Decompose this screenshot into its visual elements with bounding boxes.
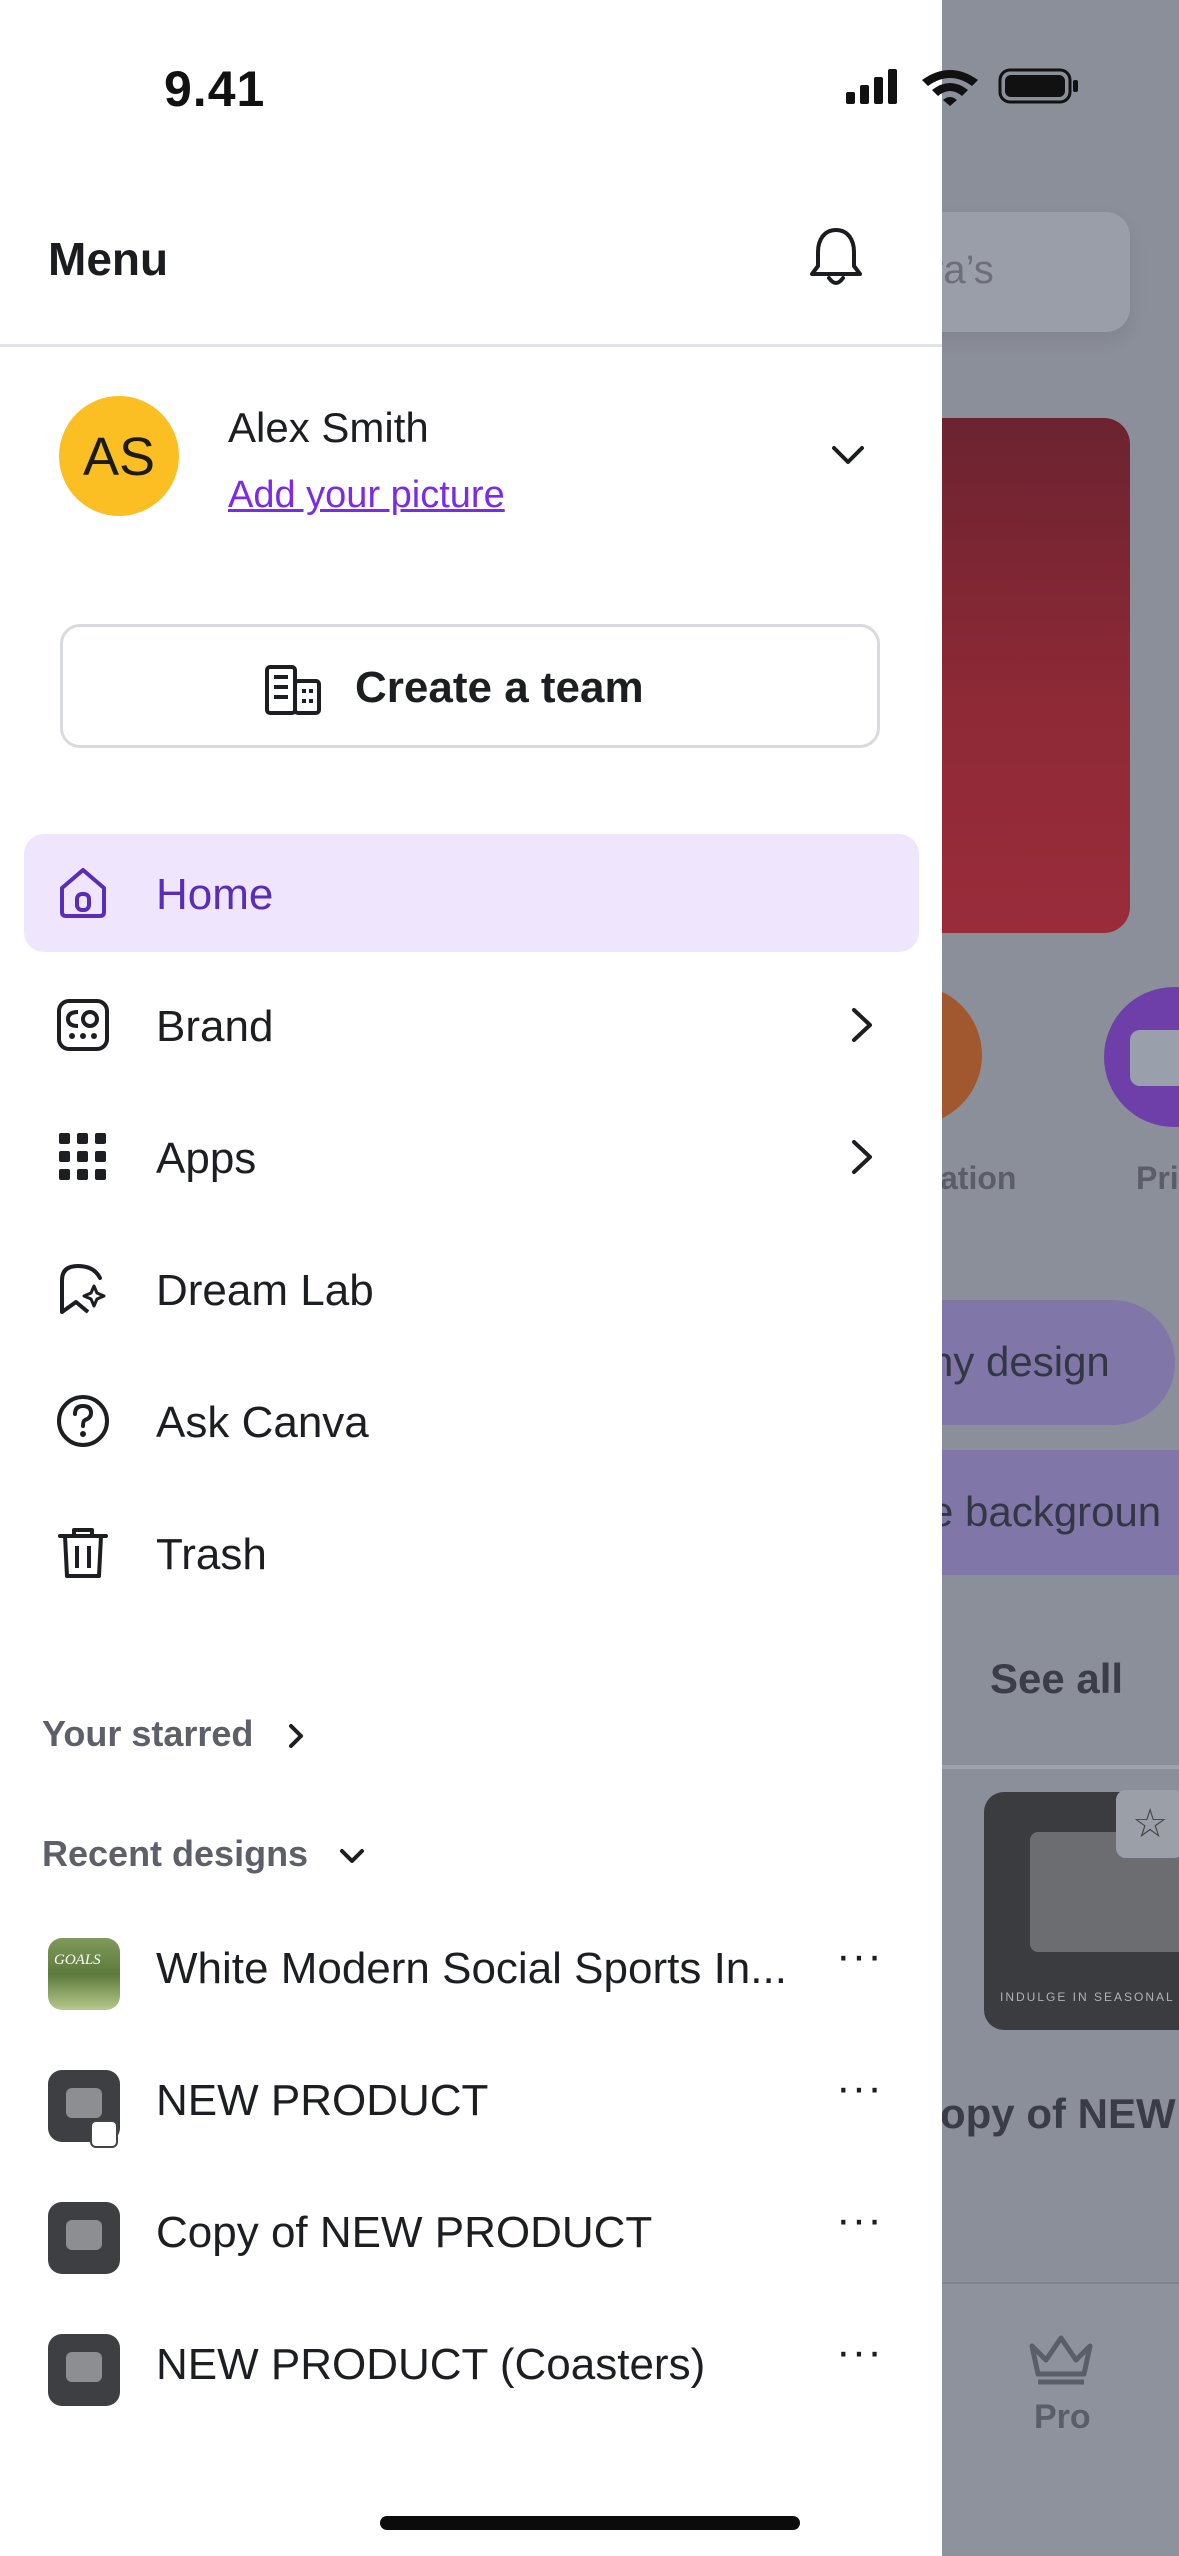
chevron-down-icon (340, 1849, 365, 1864)
home-indicator[interactable] (380, 2516, 800, 2530)
trash-icon (58, 1528, 108, 1578)
menu-title: Menu (48, 233, 169, 285)
more-options-icon[interactable]: ··· (836, 1934, 882, 1990)
nav-label-ask-canva: Ask Canva (156, 1398, 369, 1447)
thumbnail-image (66, 2220, 102, 2250)
nav-item-home[interactable]: Home (24, 834, 919, 952)
recent-designs-label: Recent designs (42, 1833, 309, 1874)
nav-item-trash[interactable]: Trash (24, 1494, 919, 1612)
side-menu-drawer: 9.41 Menu AS Alex Smith Add your picture (0, 0, 1078, 2556)
help-icon (57, 1395, 109, 1447)
dream-lab-icon (60, 1263, 106, 1314)
chevron-right-icon (289, 1724, 304, 1749)
more-options-icon[interactable]: ··· (836, 2330, 882, 2386)
background-category-label: Pri (1136, 1160, 1179, 1196)
printer-icon (1130, 1030, 1179, 1086)
multi-page-badge-icon (90, 2120, 118, 2148)
design-thumbnail-text: GOALS (54, 1952, 101, 1968)
chevron-right-icon (852, 1140, 872, 1174)
nav-item-dream-lab[interactable]: Dream Lab (24, 1230, 919, 1348)
status-time: 9.41 (164, 61, 266, 117)
background-design-title: opy of NEW (940, 2090, 1176, 2137)
thumbnail-image (66, 2352, 102, 2382)
recent-design-item[interactable]: NEW PRODUCT (Coasters) ··· (0, 2302, 942, 2420)
chevron-right-icon (852, 1008, 872, 1042)
recent-design-title: NEW PRODUCT (Coasters) (156, 2340, 706, 2389)
nav-label-trash: Trash (156, 1530, 267, 1579)
recent-design-item[interactable]: NEW PRODUCT ··· (0, 2038, 942, 2156)
wifi-icon (922, 70, 978, 106)
recent-design-item[interactable]: GOALS White Modern Social Sports In... ·… (0, 1906, 942, 2024)
recent-design-title: White Modern Social Sports In... (156, 1944, 787, 1993)
more-options-icon[interactable]: ··· (836, 2066, 882, 2122)
user-name: Alex Smith (228, 404, 429, 451)
nav-item-brand[interactable]: Brand (24, 966, 919, 1084)
nav-label-home: Home (156, 870, 274, 919)
apps-grid-icon (59, 1133, 106, 1180)
thumbnail-image (66, 2088, 102, 2118)
design-thumbnail (48, 2202, 120, 2274)
create-team-button[interactable]: Create a team (60, 624, 880, 748)
star-icon: ☆ (1116, 1790, 1179, 1858)
team-building-icon (265, 665, 321, 715)
background-divider (940, 1765, 1179, 1769)
thumbnail-caption: INDULGE IN SEASONAL DELIG (1000, 1990, 1179, 2004)
home-icon (60, 868, 106, 918)
your-starred-label: Your starred (42, 1713, 254, 1754)
brand-icon (57, 999, 109, 1051)
nav-label-dream-lab: Dream Lab (156, 1266, 374, 1315)
nav-item-ask-canva[interactable]: Ask Canva (24, 1362, 919, 1480)
pro-tab-label: Pro (1034, 2398, 1091, 2436)
signal-icon (846, 69, 897, 104)
background-pill-text: ny design (930, 1338, 1110, 1385)
nav-label-brand: Brand (156, 1002, 274, 1051)
chevron-down-icon[interactable] (828, 436, 868, 476)
nav-label-apps: Apps (156, 1134, 257, 1183)
header-divider (0, 344, 942, 347)
design-thumbnail: GOALS (48, 1938, 120, 2010)
bell-icon[interactable] (800, 222, 872, 294)
battery-icon (998, 68, 1078, 104)
your-starred-header[interactable]: Your starred (42, 1713, 311, 1755)
create-team-label: Create a team (355, 663, 644, 712)
more-options-icon[interactable]: ··· (836, 2198, 882, 2254)
recent-design-title: NEW PRODUCT (156, 2076, 489, 2125)
nav-item-apps[interactable]: Apps (24, 1098, 919, 1216)
design-thumbnail (48, 2334, 120, 2406)
background-see-all: See all (990, 1655, 1124, 1702)
recent-designs-header[interactable]: Recent designs (42, 1833, 368, 1875)
background-pill-text: e backgroun (930, 1488, 1162, 1535)
recent-design-title: Copy of NEW PRODUCT (156, 2208, 653, 2257)
avatar[interactable]: AS (59, 396, 179, 516)
crown-icon (1029, 2335, 1093, 2385)
background-category-label: ation (940, 1160, 1017, 1196)
recent-design-item[interactable]: Copy of NEW PRODUCT ··· (0, 2170, 942, 2288)
status-icons (846, 68, 1078, 106)
add-picture-link[interactable]: Add your picture (228, 474, 505, 517)
